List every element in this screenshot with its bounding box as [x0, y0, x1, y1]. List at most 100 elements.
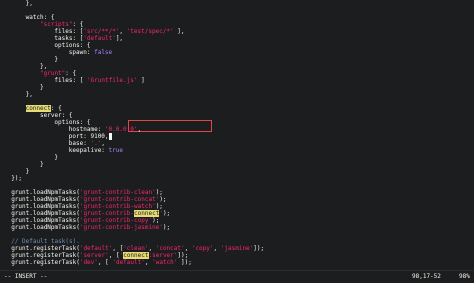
code-token: 'grunt-contrib-jasmine' [79, 224, 163, 231]
code-line: }); [11, 175, 22, 183]
code-token: 'test/spec/*' [126, 28, 174, 35]
code-token: spawn: [68, 49, 95, 56]
code-token: : { [50, 105, 62, 112]
code-token: grunt.loadNpmTasks( [11, 217, 80, 224]
code-token: ); [155, 189, 163, 196]
code-token: , [137, 126, 142, 133]
code-token: ], [115, 35, 124, 42]
code-token: grunt.loadNpmTasks( [11, 210, 80, 217]
code-token: grunt.registerTask( [11, 245, 80, 252]
code-token: grunt.loadNpmTasks( [11, 189, 80, 196]
vim-statusbar: -- INSERT -- 98,17-52 98% [0, 270, 474, 282]
code-token: ); [162, 224, 171, 231]
code-token: ] [137, 77, 145, 84]
code-token: 'grunt-contrib-watch' [79, 203, 156, 210]
code-token: // Default task(s). [11, 238, 80, 245]
code-line: } [54, 154, 58, 162]
code-token: ); [159, 196, 167, 203]
code-token: "scripts" [40, 21, 73, 28]
code-token: , [ [97, 259, 113, 266]
code-token: '.' [90, 140, 102, 147]
code-token: 'clean' [123, 245, 149, 252]
code-token: }); [11, 175, 23, 182]
code-token: , [119, 28, 127, 35]
code-token: port: 9100, [68, 133, 109, 140]
code-token: ); [155, 203, 163, 210]
code-token: : { [72, 21, 84, 28]
code-token: connect [134, 210, 160, 217]
code-line: } [40, 161, 44, 169]
code-line: } [54, 56, 58, 64]
code-token: } [54, 154, 59, 161]
code-line: } [40, 84, 44, 92]
code-token: 'copy' [191, 245, 214, 252]
code-token: grunt.registerTask( [11, 252, 80, 259]
code-token: hostname: [68, 126, 105, 133]
code-token: : { [65, 70, 77, 77]
code-token: :server' [148, 252, 178, 259]
code-token: , [101, 140, 105, 147]
code-line: spawn: false [69, 49, 112, 57]
code-token: grunt.loadNpmTasks( [11, 224, 80, 231]
code-token: 'grunt-contrib-clean' [79, 189, 156, 196]
code-token: 'Gruntfile.js' [86, 77, 138, 84]
code-token: 'default' [112, 259, 145, 266]
code-token: 'grunt-contrib- [79, 210, 135, 217]
code-token: 'src/**/*' [83, 28, 120, 35]
code-token: false [94, 49, 113, 56]
code-line: grunt.registerTask('dev', [ 'default', '… [11, 259, 192, 267]
code-token: , [ [112, 245, 124, 252]
code-token: ); [162, 210, 171, 217]
code-token: options: { [54, 119, 91, 126]
code-token: } [25, 168, 30, 175]
code-line: keepalive: true [69, 147, 123, 155]
code-token: connect [123, 252, 149, 259]
code-token: 'dev' [79, 259, 98, 266]
code-token: 'grunt-contrib-concat' [79, 196, 160, 203]
code-token: 'jasmine' [220, 245, 254, 252]
code-token: files: [ [54, 28, 84, 35]
code-token: 'concat' [155, 245, 185, 252]
code-line: } [26, 168, 30, 176]
code-token: , [ [108, 252, 120, 259]
code-token: options: { [54, 42, 91, 49]
code-token: ]); [253, 245, 265, 252]
code-token: files: [ [54, 77, 87, 84]
code-token: } [54, 56, 59, 63]
code-token [108, 133, 113, 140]
code-token: , [144, 259, 153, 266]
code-token: server: { [40, 112, 73, 119]
code-token: }, [25, 0, 33, 7]
code-token: , [213, 245, 221, 252]
code-token: ], [173, 28, 185, 35]
code-token: keepalive: [68, 147, 109, 154]
code-token: } [40, 161, 44, 168]
code-token: base: [68, 140, 91, 147]
code-token: 'server' [79, 252, 109, 259]
code-token: , [184, 245, 192, 252]
mode-indicator: -- INSERT -- [4, 273, 48, 280]
code-token: ]); [177, 259, 192, 266]
code-token: 'grunt-contrib-copy' [79, 217, 153, 224]
code-token: }, [25, 91, 33, 98]
code-token: } [40, 84, 44, 91]
code-token: ); [152, 217, 160, 224]
code-token: "grunt" [40, 70, 66, 77]
code-token: 'default' [79, 245, 113, 252]
code-token: }, [40, 63, 48, 70]
code-token: grunt.registerTask( [11, 259, 80, 266]
code-editor[interactable]: }, watch: {"scripts": {files: ['src/**/*'… [0, 0, 474, 270]
code-token: 'default' [83, 35, 116, 42]
code-token: connect [25, 105, 51, 112]
code-line: files: [ 'Gruntfile.js' ] [54, 77, 144, 85]
code-token: ]); [177, 252, 189, 259]
code-line: }, [26, 0, 33, 8]
code-token: tasks: [ [54, 35, 84, 42]
code-token: true [108, 147, 123, 154]
code-token: 'watch' [152, 259, 178, 266]
code-token: watch: { [25, 14, 55, 21]
code-token: , [148, 245, 156, 252]
code-token: grunt.loadNpmTasks( [11, 203, 80, 210]
scroll-percent: 98% [459, 273, 470, 280]
cursor-position: 98,17-52 [412, 273, 441, 280]
